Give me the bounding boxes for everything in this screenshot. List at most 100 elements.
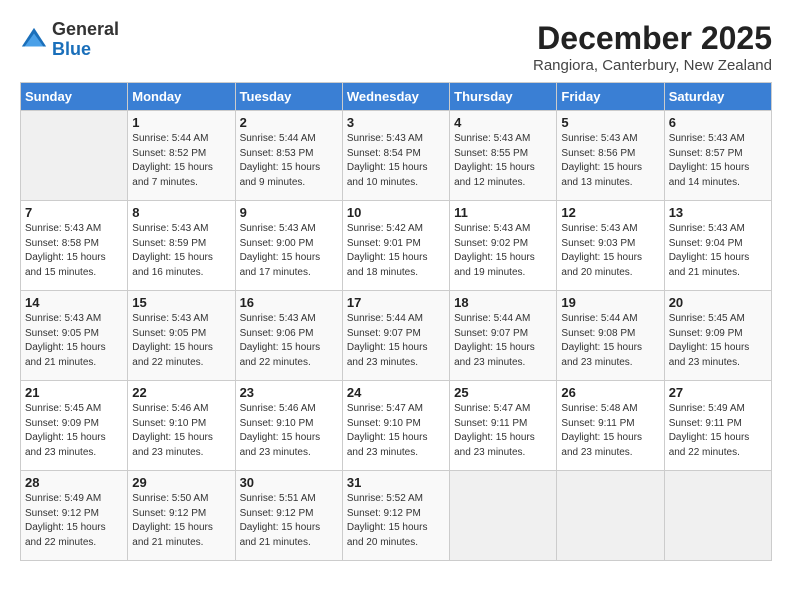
- day-number: 25: [454, 385, 552, 400]
- calendar-cell: 27 Sunrise: 5:49 AMSunset: 9:11 PMDayligh…: [664, 381, 771, 471]
- day-number: 1: [132, 115, 230, 130]
- location: Rangiora, Canterbury, New Zealand: [533, 57, 772, 74]
- day-number: 10: [347, 205, 445, 220]
- header-day-sunday: Sunday: [21, 83, 128, 111]
- calendar-cell: 6Sunrise: 5:43 AMSunset: 8:57 PMDaylight…: [664, 111, 771, 201]
- month-title: December 2025: [533, 20, 772, 57]
- day-number: 3: [347, 115, 445, 130]
- header-day-monday: Monday: [128, 83, 235, 111]
- day-number: 30: [240, 475, 338, 490]
- logo: General Blue: [20, 20, 119, 60]
- day-info: Sunrise: 5:49 AMSunset: 9:11 PMDaylight:…: [669, 402, 767, 460]
- day-info: Sunrise: 5:43 AMSunset: 9:04 PMDaylight:…: [669, 222, 767, 280]
- day-number: 22: [132, 385, 230, 400]
- day-number: 18: [454, 295, 552, 310]
- week-row-4: 28Sunrise: 5:49 AMSunset: 9:12 PMDayligh…: [21, 471, 772, 561]
- day-info: Sunrise: 5:51 AMSunset: 9:12 PMDaylight:…: [240, 492, 338, 550]
- day-info: Sunrise: 5:43 AMSunset: 8:56 PMDaylight:…: [561, 132, 659, 190]
- header-day-saturday: Saturday: [664, 83, 771, 111]
- day-info: Sunrise: 5:43 AMSunset: 8:55 PMDaylight:…: [454, 132, 552, 190]
- calendar-cell: 29 Sunrise: 5:50 AMSunset: 9:12 PMDayligh…: [128, 471, 235, 561]
- week-row-1: 7 Sunrise: 5:43 AMSunset: 8:58 PMDaylight…: [21, 201, 772, 291]
- day-number: 20: [669, 295, 767, 310]
- calendar-cell: 21Sunrise: 5:45 AMSunset: 9:09 PMDayligh…: [21, 381, 128, 471]
- day-info: Sunrise: 5:46 AMSunset: 9:10 PMDaylight:…: [240, 402, 338, 460]
- calendar-cell: 31 Sunrise: 5:52 AMSunset: 9:12 PMDayligh…: [342, 471, 449, 561]
- day-info: Sunrise: 5:46 AMSunset: 9:10 PMDaylight:…: [132, 402, 230, 460]
- day-number: 23: [240, 385, 338, 400]
- calendar-cell: [21, 111, 128, 201]
- header-day-tuesday: Tuesday: [235, 83, 342, 111]
- day-number: 21: [25, 385, 123, 400]
- day-number: 13: [669, 205, 767, 220]
- calendar-cell: 17Sunrise: 5:44 AMSunset: 9:07 PMDayligh…: [342, 291, 449, 381]
- day-info: Sunrise: 5:42 AMSunset: 9:01 PMDaylight:…: [347, 222, 445, 280]
- calendar-cell: 15Sunrise: 5:43 AMSunset: 9:05 PMDayligh…: [128, 291, 235, 381]
- day-info: Sunrise: 5:44 AMSunset: 9:07 PMDaylight:…: [347, 312, 445, 370]
- week-row-0: 1 Sunrise: 5:44 AMSunset: 8:52 PMDaylight…: [21, 111, 772, 201]
- calendar-cell: 13 Sunrise: 5:43 AMSunset: 9:04 PMDayligh…: [664, 201, 771, 291]
- logo-icon: [20, 26, 48, 54]
- day-info: Sunrise: 5:43 AMSunset: 8:59 PMDaylight:…: [132, 222, 230, 280]
- day-info: Sunrise: 5:43 AMSunset: 8:58 PMDaylight:…: [25, 222, 123, 280]
- day-info: Sunrise: 5:43 AMSunset: 9:06 PMDaylight:…: [240, 312, 338, 370]
- calendar-cell: 1 Sunrise: 5:44 AMSunset: 8:52 PMDaylight…: [128, 111, 235, 201]
- day-info: Sunrise: 5:44 AMSunset: 9:07 PMDaylight:…: [454, 312, 552, 370]
- calendar-cell: 16Sunrise: 5:43 AMSunset: 9:06 PMDayligh…: [235, 291, 342, 381]
- day-number: 31: [347, 475, 445, 490]
- calendar-cell: 25 Sunrise: 5:47 AMSunset: 9:11 PMDayligh…: [450, 381, 557, 471]
- day-info: Sunrise: 5:44 AMSunset: 8:52 PMDaylight:…: [132, 132, 230, 190]
- calendar-cell: 9 Sunrise: 5:43 AMSunset: 9:00 PMDaylight…: [235, 201, 342, 291]
- day-info: Sunrise: 5:45 AMSunset: 9:09 PMDaylight:…: [669, 312, 767, 370]
- calendar-header: SundayMondayTuesdayWednesdayThursdayFrid…: [21, 83, 772, 111]
- calendar-body: 1 Sunrise: 5:44 AMSunset: 8:52 PMDaylight…: [21, 111, 772, 561]
- calendar-cell: 14 Sunrise: 5:43 AMSunset: 9:05 PMDayligh…: [21, 291, 128, 381]
- day-info: Sunrise: 5:48 AMSunset: 9:11 PMDaylight:…: [561, 402, 659, 460]
- day-info: Sunrise: 5:44 AMSunset: 9:08 PMDaylight:…: [561, 312, 659, 370]
- calendar-cell: 26Sunrise: 5:48 AMSunset: 9:11 PMDayligh…: [557, 381, 664, 471]
- calendar-cell: 20 Sunrise: 5:45 AMSunset: 9:09 PMDayligh…: [664, 291, 771, 381]
- calendar-cell: 19 Sunrise: 5:44 AMSunset: 9:08 PMDayligh…: [557, 291, 664, 381]
- day-number: 11: [454, 205, 552, 220]
- day-number: 9: [240, 205, 338, 220]
- week-row-3: 21Sunrise: 5:45 AMSunset: 9:09 PMDayligh…: [21, 381, 772, 471]
- day-number: 27: [669, 385, 767, 400]
- day-info: Sunrise: 5:43 AMSunset: 9:00 PMDaylight:…: [240, 222, 338, 280]
- day-number: 14: [25, 295, 123, 310]
- day-info: Sunrise: 5:44 AMSunset: 8:53 PMDaylight:…: [240, 132, 338, 190]
- calendar-cell: [664, 471, 771, 561]
- calendar-cell: 10 Sunrise: 5:42 AMSunset: 9:01 PMDayligh…: [342, 201, 449, 291]
- calendar-cell: 7 Sunrise: 5:43 AMSunset: 8:58 PMDaylight…: [21, 201, 128, 291]
- day-number: 4: [454, 115, 552, 130]
- day-number: 12: [561, 205, 659, 220]
- calendar-cell: 18 Sunrise: 5:44 AMSunset: 9:07 PMDayligh…: [450, 291, 557, 381]
- calendar-cell: 24Sunrise: 5:47 AMSunset: 9:10 PMDayligh…: [342, 381, 449, 471]
- day-info: Sunrise: 5:43 AMSunset: 9:03 PMDaylight:…: [561, 222, 659, 280]
- day-info: Sunrise: 5:52 AMSunset: 9:12 PMDaylight:…: [347, 492, 445, 550]
- day-number: 29: [132, 475, 230, 490]
- calendar-cell: 8Sunrise: 5:43 AMSunset: 8:59 PMDaylight…: [128, 201, 235, 291]
- day-info: Sunrise: 5:43 AMSunset: 8:54 PMDaylight:…: [347, 132, 445, 190]
- day-info: Sunrise: 5:43 AMSunset: 9:05 PMDaylight:…: [132, 312, 230, 370]
- calendar-cell: 22 Sunrise: 5:46 AMSunset: 9:10 PMDayligh…: [128, 381, 235, 471]
- day-number: 19: [561, 295, 659, 310]
- day-info: Sunrise: 5:47 AMSunset: 9:11 PMDaylight:…: [454, 402, 552, 460]
- calendar-cell: 28Sunrise: 5:49 AMSunset: 9:12 PMDayligh…: [21, 471, 128, 561]
- calendar-cell: 3 Sunrise: 5:43 AMSunset: 8:54 PMDaylight…: [342, 111, 449, 201]
- calendar-cell: [557, 471, 664, 561]
- day-number: 2: [240, 115, 338, 130]
- day-info: Sunrise: 5:50 AMSunset: 9:12 PMDaylight:…: [132, 492, 230, 550]
- page-header: General Blue December 2025 Rangiora, Can…: [20, 20, 772, 74]
- day-number: 7: [25, 205, 123, 220]
- day-info: Sunrise: 5:43 AMSunset: 8:57 PMDaylight:…: [669, 132, 767, 190]
- calendar-cell: [450, 471, 557, 561]
- calendar-cell: 30 Sunrise: 5:51 AMSunset: 9:12 PMDayligh…: [235, 471, 342, 561]
- header-day-thursday: Thursday: [450, 83, 557, 111]
- day-info: Sunrise: 5:43 AMSunset: 9:05 PMDaylight:…: [25, 312, 123, 370]
- week-row-2: 14 Sunrise: 5:43 AMSunset: 9:05 PMDayligh…: [21, 291, 772, 381]
- calendar-cell: 11Sunrise: 5:43 AMSunset: 9:02 PMDayligh…: [450, 201, 557, 291]
- title-block: December 2025 Rangiora, Canterbury, New …: [533, 20, 772, 74]
- calendar-cell: 23 Sunrise: 5:46 AMSunset: 9:10 PMDayligh…: [235, 381, 342, 471]
- calendar-table: SundayMondayTuesdayWednesdayThursdayFrid…: [20, 82, 772, 561]
- day-number: 24: [347, 385, 445, 400]
